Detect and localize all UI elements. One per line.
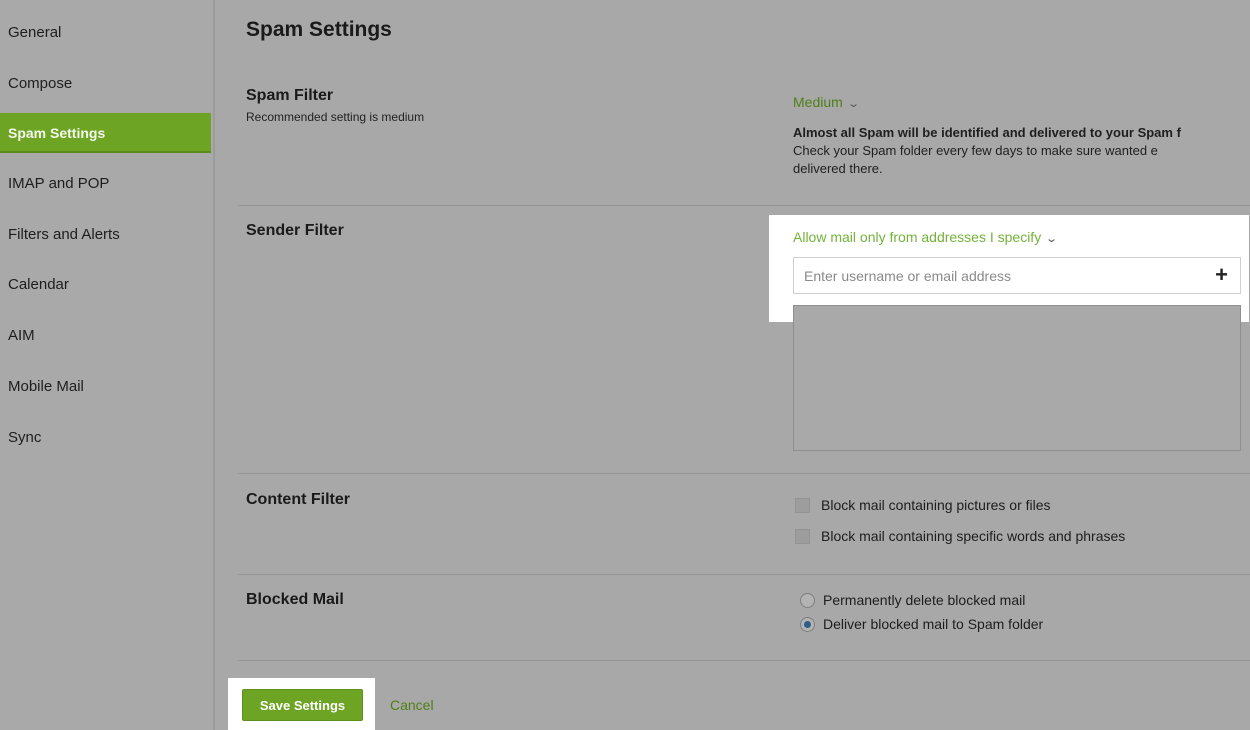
chevron-down-icon: ⌄ [1045, 233, 1059, 245]
sidebar-item-filters-and-alerts[interactable]: Filters and Alerts [0, 215, 211, 255]
words-phrases-checkbox-label: Block mail containing specific words and… [821, 528, 1126, 544]
settings-sidebar: General Compose Spam Settings IMAP and P… [0, 0, 213, 730]
section-divider [238, 660, 1250, 661]
allowed-senders-list[interactable] [793, 305, 1241, 451]
spam-filter-label: Spam Filter [246, 87, 334, 104]
sidebar-item-spam-settings[interactable]: Spam Settings [0, 113, 211, 153]
deliver-to-spam-radio-label: Deliver blocked mail to Spam folder [823, 616, 1044, 632]
sender-address-input[interactable] [794, 258, 1204, 293]
spam-filter-description-line1: Almost all Spam will be identified and d… [793, 125, 1181, 140]
sidebar-item-general[interactable]: General [0, 13, 211, 53]
sidebar-item-imap-and-pop[interactable]: IMAP and POP [0, 164, 211, 204]
sidebar-item-calendar[interactable]: Calendar [0, 265, 211, 305]
sidebar-item-sync[interactable]: Sync [0, 418, 211, 458]
spam-level-value: Medium [793, 94, 843, 110]
sidebar-item-compose[interactable]: Compose [0, 64, 211, 104]
section-divider [238, 574, 1250, 575]
spam-filter-sublabel: Recommended setting is medium [246, 110, 425, 124]
sender-filter-label: Sender Filter [246, 222, 344, 239]
settings-panel: Spam Settings Spam Filter Recommended se… [215, 0, 1250, 730]
spam-filter-description-line3: delivered there. [793, 161, 883, 176]
sender-mode-dropdown[interactable]: Allow mail only from addresses I specify… [793, 229, 1059, 245]
content-option-words-phrases[interactable]: Block mail containing specific words and… [795, 528, 1125, 544]
words-phrases-checkbox[interactable] [795, 529, 810, 544]
pictures-files-checkbox-label: Block mail containing pictures or files [821, 497, 1051, 513]
deliver-to-spam-radio[interactable] [800, 617, 815, 632]
sidebar-item-mobile-mail[interactable]: Mobile Mail [0, 367, 211, 407]
spam-level-dropdown[interactable]: Medium ⌄ [793, 94, 860, 112]
sender-input-container: + [793, 257, 1241, 294]
content-filter-label: Content Filter [246, 491, 350, 508]
sender-mode-value: Allow mail only from addresses I specify [793, 229, 1042, 245]
add-address-plus-icon[interactable]: + [1215, 264, 1228, 286]
blocked-option-spam-folder[interactable]: Deliver blocked mail to Spam folder [800, 616, 1043, 632]
pictures-files-checkbox[interactable] [795, 498, 810, 513]
blocked-option-delete[interactable]: Permanently delete blocked mail [800, 592, 1025, 608]
spam-filter-description: Almost all Spam will be identified and d… [793, 124, 1250, 178]
save-settings-button[interactable]: Save Settings [242, 689, 363, 721]
section-divider [238, 205, 1250, 206]
delete-blocked-radio-label: Permanently delete blocked mail [823, 592, 1026, 608]
spam-filter-description-line2: Check your Spam folder every few days to… [793, 143, 1158, 158]
chevron-down-icon: ⌄ [846, 98, 860, 110]
sidebar-item-aim[interactable]: AIM [0, 316, 211, 356]
cancel-link[interactable]: Cancel [390, 697, 434, 713]
section-divider [238, 473, 1250, 474]
content-option-pictures-files[interactable]: Block mail containing pictures or files [795, 497, 1051, 513]
blocked-mail-label: Blocked Mail [246, 591, 344, 608]
delete-blocked-radio[interactable] [800, 593, 815, 608]
page-title: Spam Settings [246, 18, 392, 41]
